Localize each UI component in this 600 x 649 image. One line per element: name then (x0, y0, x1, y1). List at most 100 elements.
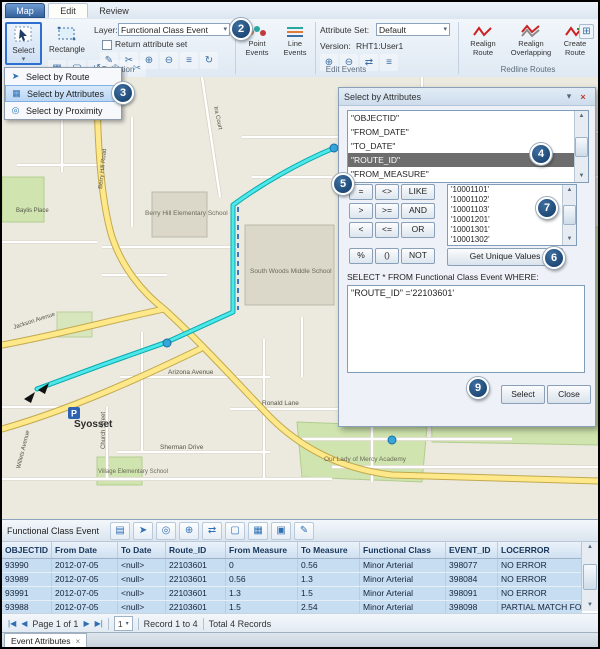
value-item[interactable]: '10001101' (448, 185, 562, 195)
zoom-to-selected-icon[interactable]: ◎ (156, 522, 176, 540)
first-page-icon[interactable]: |◀ (8, 619, 16, 628)
dialog-collapse-icon[interactable]: ▾ (562, 91, 576, 102)
callout-5: 5 (332, 173, 354, 195)
value-item[interactable]: '10001301' (448, 225, 562, 235)
scroll-down-icon[interactable]: ▼ (587, 600, 593, 611)
scroll-down-icon[interactable]: ▼ (567, 234, 573, 245)
switch-selection-icon[interactable]: ⇄ (202, 522, 222, 540)
cell: NO ERROR (498, 573, 582, 586)
menu-item-select-by-route[interactable]: ➤ Select by Route (5, 68, 121, 85)
attribute-set-label: Attribute Set: (320, 25, 369, 35)
rectangle-button[interactable]: Rectangle (46, 22, 88, 65)
table-row[interactable]: 93990 2012-07-05 <null> 22103601 0 0.56 … (2, 559, 582, 573)
menu-item-select-by-proximity[interactable]: ◎ Select by Proximity (5, 102, 121, 119)
scroll-down-icon[interactable]: ▼ (579, 171, 585, 182)
scroll-up-icon[interactable]: ▲ (579, 111, 585, 122)
op-notequal-button[interactable]: <> (375, 184, 399, 200)
dialog-select-button[interactable]: Select (501, 385, 545, 404)
tab-review[interactable]: Review (91, 3, 137, 18)
pan-to-selected-icon[interactable]: ⊕ (179, 522, 199, 540)
field-item[interactable]: "FROM_MEASURE" (348, 167, 574, 181)
value-item[interactable]: '10001302' (448, 235, 562, 245)
proximity-icon: ◎ (9, 105, 22, 116)
column-header[interactable]: To Measure (298, 542, 360, 558)
realign-route-button[interactable]: Realign Route (462, 22, 504, 68)
scrollbar-thumb[interactable] (583, 564, 597, 590)
where-clause-textarea[interactable]: "ROUTE_ID" ='22103601' (347, 285, 585, 373)
clear-selection-icon[interactable]: ▢ (225, 522, 245, 540)
op-not-button[interactable]: NOT (401, 248, 435, 264)
scrollbar-thumb[interactable] (563, 205, 576, 225)
table-scrollbar[interactable]: ▲ ▼ (581, 542, 598, 611)
fields-scrollbar[interactable]: ▲ ▼ (574, 111, 588, 182)
tab-event-attributes[interactable]: Event Attributes × (4, 633, 87, 648)
op-greater-button[interactable]: > (349, 203, 373, 219)
rectangle-button-label: Rectangle (49, 45, 85, 54)
return-attribute-set-checkbox[interactable] (102, 40, 112, 50)
dialog-close-button[interactable]: Close (547, 385, 591, 404)
next-page-icon[interactable]: ▶ (83, 619, 89, 628)
table-row[interactable]: 93989 2012-07-05 <null> 22103601 0.56 1.… (2, 573, 582, 587)
op-like-button[interactable]: LIKE (401, 184, 435, 200)
ribbon-launcher-icon[interactable]: ⊞ (579, 24, 594, 39)
poi-label: Our Lady of Mercy Academy (324, 456, 407, 463)
highlight-selected-icon[interactable]: ▣ (271, 522, 291, 540)
cell: <null> (118, 559, 166, 572)
realign-overlapping-label: Realign Overlapping (508, 40, 554, 57)
op-greaterequal-button[interactable]: >= (375, 203, 399, 219)
cell: 1.3 (298, 573, 360, 586)
scroll-up-icon[interactable]: ▲ (567, 185, 573, 196)
cell: 22103601 (166, 573, 226, 586)
op-or-button[interactable]: OR (401, 222, 435, 238)
op-and-button[interactable]: AND (401, 203, 435, 219)
column-header[interactable]: From Date (52, 542, 118, 558)
realign-overlapping-button[interactable]: Realign Overlapping (508, 22, 554, 68)
column-header[interactable]: OBJECTID (2, 542, 52, 558)
scroll-up-icon[interactable]: ▲ (587, 542, 593, 553)
close-tab-icon[interactable]: × (76, 637, 81, 646)
cell: NO ERROR (498, 587, 582, 600)
tab-edit[interactable]: Edit (48, 3, 88, 18)
attribute-set-combobox[interactable]: Default ▾ (376, 23, 450, 36)
values-scrollbar[interactable]: ▲ ▼ (562, 185, 576, 245)
edit-records-icon[interactable]: ✎ (294, 522, 314, 540)
dialog-close-icon[interactable]: × (576, 92, 590, 102)
op-less-button[interactable]: < (349, 222, 373, 238)
select-button[interactable]: Select ▾ (5, 22, 42, 65)
table-options-icon[interactable]: ▤ (110, 522, 130, 540)
field-item[interactable]: "FROM_DATE" (348, 125, 574, 139)
view-attributes-icon[interactable]: ▦ (248, 522, 268, 540)
tab-map[interactable]: Map (5, 3, 45, 18)
column-header[interactable]: From Measure (226, 542, 298, 558)
layer-combobox[interactable]: Functional Class Event ▾ (118, 23, 230, 36)
street-label: Baylis Place (16, 208, 49, 214)
op-parens-button[interactable]: () (375, 248, 399, 264)
scrollbar-thumb[interactable] (575, 137, 588, 157)
chevron-down-icon: ▾ (223, 24, 227, 36)
table-row[interactable]: 93991 2012-07-05 <null> 22103601 1.3 1.5… (2, 587, 582, 601)
menu-item-select-by-attributes[interactable]: ▦ Select by Attributes (5, 85, 121, 102)
total-records-label: Total 4 Records (209, 619, 272, 629)
return-attribute-set-label: Return attribute set (115, 39, 187, 49)
cell: 398077 (446, 559, 498, 572)
cell: 93990 (2, 559, 52, 572)
field-item[interactable]: "OBJECTID" (348, 111, 574, 125)
column-header[interactable]: Functional Class (360, 542, 446, 558)
previous-page-icon[interactable]: ◀ (21, 619, 27, 628)
realign-overlapping-icon (521, 24, 541, 38)
cell: NO ERROR (498, 559, 582, 572)
column-header[interactable]: LOCERROR (498, 542, 582, 558)
column-header[interactable]: Route_ID (166, 542, 226, 558)
line-events-button[interactable]: Line Events (278, 22, 312, 68)
page-size-dropdown[interactable]: 1 ▾ (114, 616, 133, 631)
attributes-icon: ▦ (10, 88, 23, 99)
op-lessequal-button[interactable]: <= (375, 222, 399, 238)
callout-4: 4 (530, 143, 552, 165)
column-header[interactable]: To Date (118, 542, 166, 558)
select-records-icon[interactable]: ➤ (133, 522, 153, 540)
dialog-titlebar[interactable]: Select by Attributes ▾ × (339, 88, 595, 106)
poi-label: South Woods Middle School (250, 268, 332, 275)
column-header[interactable]: EVENT_ID (446, 542, 498, 558)
op-percent-button[interactable]: % (349, 248, 373, 264)
last-page-icon[interactable]: ▶| (95, 619, 103, 628)
